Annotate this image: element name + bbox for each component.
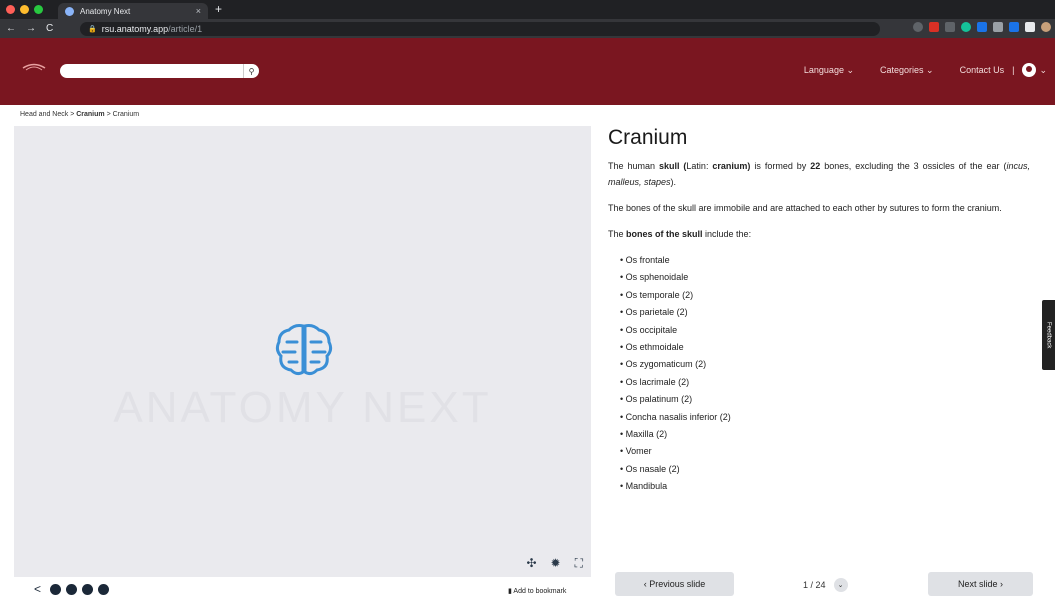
profile-icon[interactable] — [1041, 22, 1051, 32]
slide-counter-text: 1 / 24 — [803, 580, 826, 590]
move-icon[interactable]: ✣ — [526, 556, 536, 571]
slide-select-chevron-icon[interactable]: ⌄ — [833, 578, 848, 592]
fullscreen-icon[interactable]: ⛶ — [575, 556, 583, 571]
list-item: Mandibula — [620, 478, 1030, 495]
slide-counter: 1 / 24 ⌄ — [803, 578, 848, 592]
lock-icon: 🔒 — [88, 26, 97, 33]
tab-title: Anatomy Next — [80, 6, 131, 16]
feedback-tab[interactable]: Feedback — [1042, 300, 1055, 370]
puzzle-icon[interactable] — [1025, 22, 1035, 32]
list-item: Os occipitale — [620, 322, 1030, 339]
contact-link[interactable]: Contact Us — [960, 65, 1005, 75]
article-paragraph-1: The human skull (Latin: cranium) is form… — [608, 161, 1030, 187]
list-item: Os sphenoidale — [620, 269, 1030, 286]
list-item: Concha nasalis inferior (2) — [620, 409, 1030, 426]
breadcrumb-cranium[interactable]: Cranium — [76, 111, 104, 118]
favicon-icon — [65, 6, 74, 16]
user-avatar-icon[interactable] — [1022, 63, 1037, 77]
browser-tab[interactable]: Anatomy Next × — [58, 3, 208, 19]
maximize-window-button[interactable] — [34, 5, 43, 14]
article-paragraph-2: The bones of the skull are immobile and … — [608, 203, 1002, 213]
linkedin-icon[interactable] — [82, 584, 93, 595]
extension-icon[interactable] — [977, 22, 987, 32]
logo-icon[interactable] — [22, 63, 46, 73]
article-paragraph-3: The bones of the skull include the: — [608, 229, 752, 239]
new-tab-button[interactable]: + — [215, 2, 222, 16]
share-bar: < — [34, 583, 109, 595]
list-item: Os ethmoidale — [620, 339, 1030, 356]
search-input[interactable]: ⚲ — [60, 64, 259, 78]
star-icon[interactable] — [913, 22, 923, 32]
list-item: Os palatinum (2) — [620, 391, 1030, 408]
article: Cranium The human skull (Latin: cranium)… — [608, 126, 1030, 496]
list-item: Maxilla (2) — [620, 426, 1030, 443]
list-item: Os temporale (2) — [620, 287, 1030, 304]
twitter-icon[interactable] — [66, 584, 77, 595]
whatsapp-icon[interactable] — [98, 584, 109, 595]
list-item: Os zygomaticum (2) — [620, 356, 1030, 373]
settings-icon[interactable]: ✹ — [551, 556, 561, 571]
breadcrumb-head-neck[interactable]: Head and Neck > — [20, 111, 76, 118]
extension-icon[interactable] — [1009, 22, 1019, 32]
site-header: ⚲ Language ⌄ Categories ⌄ Contact Us | ⌄ — [0, 38, 1055, 105]
tab-close-icon[interactable]: × — [196, 6, 201, 16]
search-ext-icon[interactable] — [993, 22, 1003, 32]
bones-list: Os frontale Os sphenoidale Os temporale … — [620, 252, 1030, 496]
close-window-button[interactable] — [6, 5, 15, 14]
previous-slide-button[interactable]: ‹ Previous slide — [615, 572, 734, 596]
list-item: Vomer — [620, 443, 1030, 460]
breadcrumb-current: > Cranium — [104, 111, 140, 118]
model-viewer[interactable]: ANATOMY NEXT ✣ ✹ ⛶ — [14, 126, 591, 577]
address-bar[interactable]: 🔒 rsu.anatomy.app/article/1 — [80, 22, 880, 36]
page-title: Cranium — [608, 126, 688, 149]
grammarly-icon[interactable] — [961, 22, 971, 32]
brain-loading-icon — [275, 324, 333, 376]
browser-toolbar: ← → C 🔒 rsu.anatomy.app/article/1 — [0, 19, 1055, 38]
watermark: ANATOMY NEXT — [113, 383, 492, 432]
language-menu[interactable]: Language ⌄ — [804, 65, 854, 76]
bookmark-label: Add to bookmark — [513, 588, 567, 595]
facebook-icon[interactable] — [50, 584, 61, 595]
minimize-window-button[interactable] — [20, 5, 29, 14]
next-slide-button[interactable]: Next slide › — [928, 572, 1033, 596]
list-item: Os lacrimale (2) — [620, 374, 1030, 391]
reload-button[interactable]: C — [46, 23, 53, 34]
back-button[interactable]: ← — [6, 23, 16, 34]
user-menu-caret[interactable]: ⌄ — [1039, 65, 1047, 76]
nav-separator: | — [1012, 65, 1015, 75]
search-icon[interactable]: ⚲ — [243, 64, 259, 78]
add-bookmark-button[interactable]: ▮ Add to bookmark — [508, 587, 566, 595]
extensions — [913, 22, 1051, 32]
adblock-icon[interactable] — [929, 22, 939, 32]
header-nav: Language ⌄ Categories ⌄ Contact Us | ⌄ — [778, 63, 1047, 77]
list-item: Os nasale (2) — [620, 461, 1030, 478]
browser-tabbar: Anatomy Next × + — [0, 0, 1055, 19]
categories-menu[interactable]: Categories ⌄ — [880, 65, 934, 76]
url-host: rsu.anatomy.app — [101, 24, 169, 34]
forward-button[interactable]: → — [26, 23, 36, 34]
extension-icon[interactable] — [945, 22, 955, 32]
share-icon[interactable]: < — [34, 583, 45, 595]
breadcrumb: Head and Neck > Cranium > Cranium — [20, 111, 139, 118]
url-path: /article/1 — [168, 24, 203, 34]
list-item: Os frontale — [620, 252, 1030, 269]
window-controls — [6, 5, 43, 14]
viewer-controls: ✣ ✹ ⛶ — [526, 556, 583, 571]
list-item: Os parietale (2) — [620, 304, 1030, 321]
